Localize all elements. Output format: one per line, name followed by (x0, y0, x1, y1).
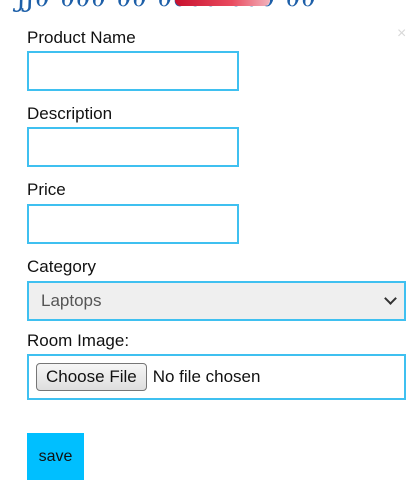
product-form-modal: ʃʃ∂ ∂∂∂ ∂∂ ∂∂∂∂ ∂∂∂ ∂∂ × Product Name De… (0, 0, 416, 494)
chevron-down-icon (384, 292, 397, 305)
price-label: Price (27, 180, 66, 199)
product-name-input[interactable] (27, 51, 239, 91)
room-image-file-input[interactable]: Choose File No file chosen (27, 354, 406, 400)
background-banner-strip: ʃʃ∂ ∂∂∂ ∂∂ ∂∂∂∂ ∂∂∂ ∂∂ (0, 0, 416, 12)
category-select[interactable]: Laptops (27, 281, 406, 321)
category-label: Category (27, 257, 96, 276)
banner-decoration: ʃʃ∂ ∂∂∂ ∂∂ ∂∂∂∂ ∂∂∂ ∂∂ (18, 0, 317, 12)
room-image-label: Room Image: (27, 331, 130, 350)
banner-swoosh (175, 0, 270, 6)
choose-file-button[interactable]: Choose File (36, 363, 147, 391)
product-name-label: Product Name (27, 28, 136, 47)
close-icon[interactable]: × (397, 26, 406, 42)
category-selected-value: Laptops (41, 291, 102, 310)
description-label: Description (27, 104, 113, 123)
description-input[interactable] (27, 127, 239, 167)
save-button[interactable]: save (27, 433, 84, 480)
price-input[interactable] (27, 204, 239, 244)
file-status-text: No file chosen (152, 367, 261, 386)
